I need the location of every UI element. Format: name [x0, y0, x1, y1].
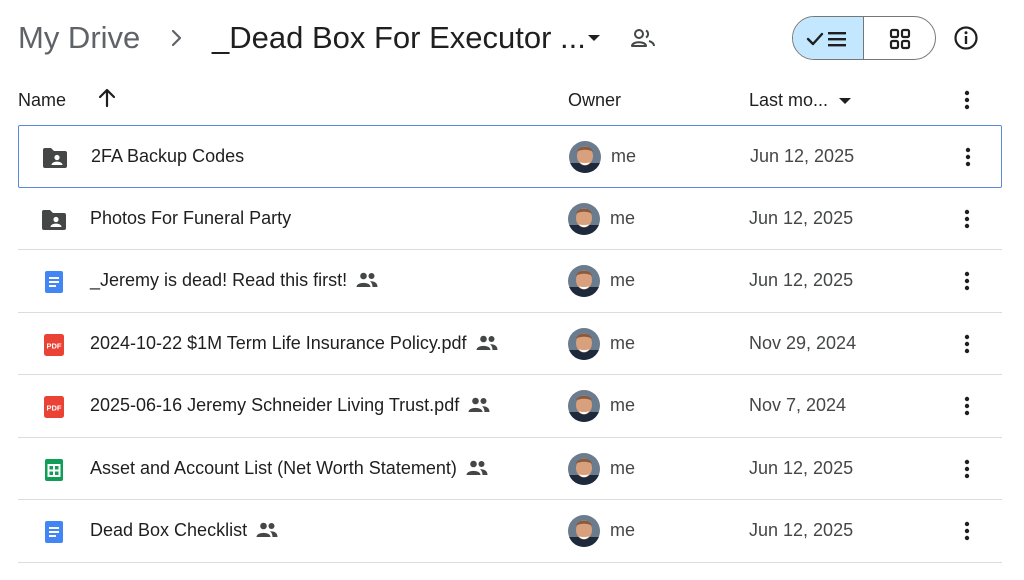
- file-last-modified: Jun 12, 2025: [749, 457, 854, 478]
- info-icon[interactable]: [952, 24, 980, 52]
- file-name[interactable]: 2024-10-22 $1M Term Life Insurance Polic…: [90, 333, 499, 354]
- pdf-icon: PDF: [40, 395, 68, 419]
- avatar: [568, 390, 600, 422]
- avatar: [568, 452, 600, 485]
- file-row[interactable]: Asset and Account List (Net Worth Statem…: [18, 438, 1002, 500]
- file-name[interactable]: 2FA Backup Codes: [91, 146, 244, 167]
- column-header-name[interactable]: Name: [18, 90, 66, 111]
- avatar: [568, 265, 600, 297]
- svg-text:PDF: PDF: [47, 341, 62, 350]
- file-name[interactable]: _Jeremy is dead! Read this first!: [90, 270, 379, 291]
- avatar: [568, 202, 600, 235]
- shared-people-icon: [355, 271, 379, 289]
- file-owner: me: [610, 207, 636, 228]
- file-name-text: Dead Box Checklist: [90, 520, 248, 540]
- top-bar: My Drive _Dead Box For Executor ...: [0, 0, 1024, 76]
- more-vert-icon[interactable]: [956, 332, 978, 356]
- file-row[interactable]: PDF 2025-06-16 Jeremy Schneider Living T…: [18, 375, 1002, 438]
- file-owner: me: [610, 332, 636, 353]
- grid-icon: [889, 28, 910, 50]
- file-name-text: _Jeremy is dead! Read this first!: [90, 270, 348, 290]
- file-row[interactable]: 2FA Backup Codes me Jun 12, 2025: [18, 125, 1002, 188]
- shared-people-icon: [475, 334, 499, 352]
- column-header-last-modified[interactable]: Last mo...: [749, 90, 828, 111]
- checkmark-list-icon: [806, 32, 846, 47]
- list-view-button[interactable]: [793, 17, 864, 59]
- file-last-modified: Nov 29, 2024: [749, 332, 857, 353]
- google-sheet-icon: [40, 458, 68, 482]
- more-vert-icon[interactable]: [956, 519, 978, 543]
- file-name[interactable]: Photos For Funeral Party: [90, 208, 291, 229]
- file-name-text: 2025-06-16 Jeremy Schneider Living Trust…: [90, 395, 460, 415]
- file-name-text: 2024-10-22 $1M Term Life Insurance Polic…: [90, 332, 467, 353]
- file-owner: me: [610, 520, 636, 540]
- chevron-right-icon: [171, 29, 182, 47]
- file-last-modified: Jun 12, 2025: [749, 207, 854, 228]
- file-last-modified: Jun 12, 2025: [749, 520, 854, 540]
- file-name-text: 2FA Backup Codes: [91, 146, 245, 166]
- grid-view-button[interactable]: [864, 17, 935, 59]
- svg-text:PDF: PDF: [47, 404, 62, 413]
- file-list: 2FA Backup Codes me Jun 12, 2025 Photos …: [18, 125, 1002, 563]
- avatar: [568, 327, 600, 360]
- people-icon[interactable]: [630, 27, 656, 49]
- more-vert-icon[interactable]: [956, 394, 978, 418]
- more-vert-icon[interactable]: [956, 207, 978, 231]
- column-header-row: Name Owner Last mo...: [0, 78, 1024, 122]
- google-doc-icon: [40, 270, 68, 294]
- file-last-modified: Nov 7, 2024: [749, 395, 847, 415]
- shared-people-icon: [467, 396, 491, 414]
- file-name[interactable]: 2025-06-16 Jeremy Schneider Living Trust…: [90, 395, 491, 416]
- shared-folder-icon: [40, 208, 68, 232]
- more-vert-icon[interactable]: [956, 457, 978, 481]
- file-row[interactable]: _Jeremy is dead! Read this first! me Jun…: [18, 250, 1002, 313]
- shared-people-icon: [255, 521, 279, 539]
- avatar: [568, 515, 600, 547]
- pdf-icon: PDF: [40, 333, 68, 357]
- view-toggle: [792, 16, 936, 60]
- file-last-modified: Jun 12, 2025: [749, 270, 854, 290]
- file-owner: me: [610, 457, 636, 478]
- file-owner: me: [611, 146, 637, 166]
- file-last-modified: Jun 12, 2025: [750, 146, 855, 166]
- file-row[interactable]: Dead Box Checklist me Jun 12, 2025: [18, 500, 1002, 563]
- breadcrumb-current-folder[interactable]: _Dead Box For Executor ...: [212, 18, 586, 58]
- file-row[interactable]: PDF 2024-10-22 $1M Term Life Insurance P…: [18, 313, 1002, 375]
- arrow-up-icon[interactable]: [96, 87, 118, 109]
- breadcrumb-my-drive[interactable]: My Drive: [18, 18, 140, 58]
- caret-down-icon[interactable]: [584, 28, 604, 48]
- file-name-text: Photos For Funeral Party: [90, 207, 292, 228]
- shared-folder-icon: [41, 146, 69, 170]
- caret-down-icon[interactable]: [836, 92, 854, 110]
- avatar: [569, 141, 601, 173]
- column-header-owner[interactable]: Owner: [568, 90, 621, 111]
- shared-people-icon: [465, 459, 489, 477]
- file-name-text: Asset and Account List (Net Worth Statem…: [90, 457, 457, 478]
- more-vert-icon[interactable]: [956, 88, 978, 112]
- more-vert-icon[interactable]: [956, 269, 978, 293]
- file-name[interactable]: Asset and Account List (Net Worth Statem…: [90, 458, 489, 479]
- more-vert-icon[interactable]: [957, 145, 979, 169]
- file-owner: me: [610, 395, 636, 415]
- google-doc-icon: [40, 520, 68, 544]
- file-row[interactable]: Photos For Funeral Party me Jun 12, 2025: [18, 188, 1002, 250]
- file-name[interactable]: Dead Box Checklist: [90, 520, 279, 541]
- file-owner: me: [610, 270, 636, 290]
